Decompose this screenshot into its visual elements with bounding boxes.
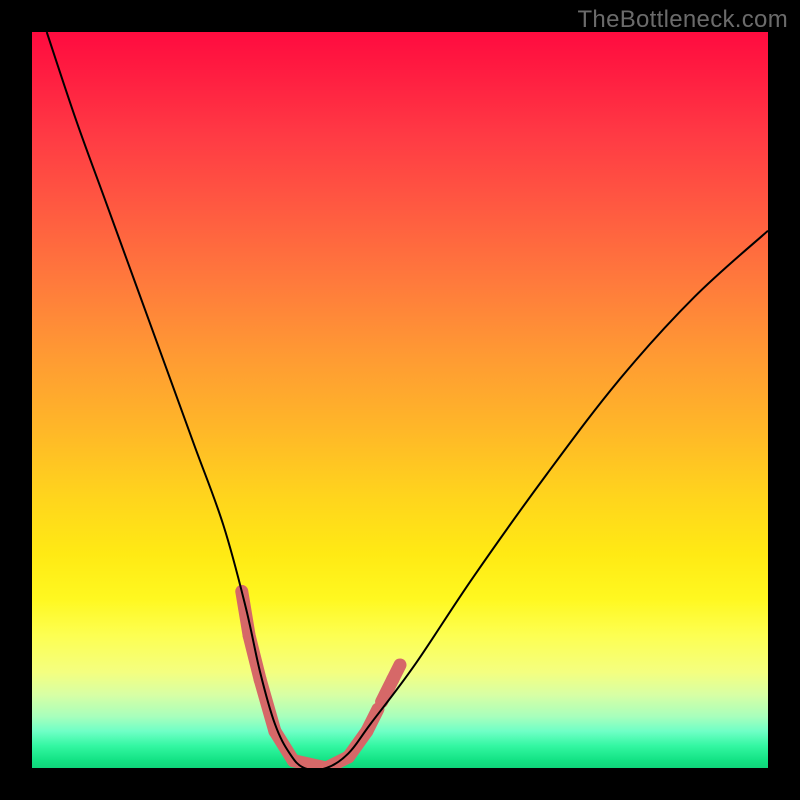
optimal-marker-segment <box>249 636 260 680</box>
optimal-marker-segment <box>393 665 400 680</box>
chart-stage: TheBottleneck.com <box>0 0 800 800</box>
optimal-marker-segment <box>260 680 275 732</box>
optimal-range-markers <box>242 591 400 768</box>
plot-area <box>32 32 768 768</box>
curve-layer <box>32 32 768 768</box>
watermark-label: TheBottleneck.com <box>577 6 788 34</box>
bottleneck-curve <box>47 32 768 768</box>
